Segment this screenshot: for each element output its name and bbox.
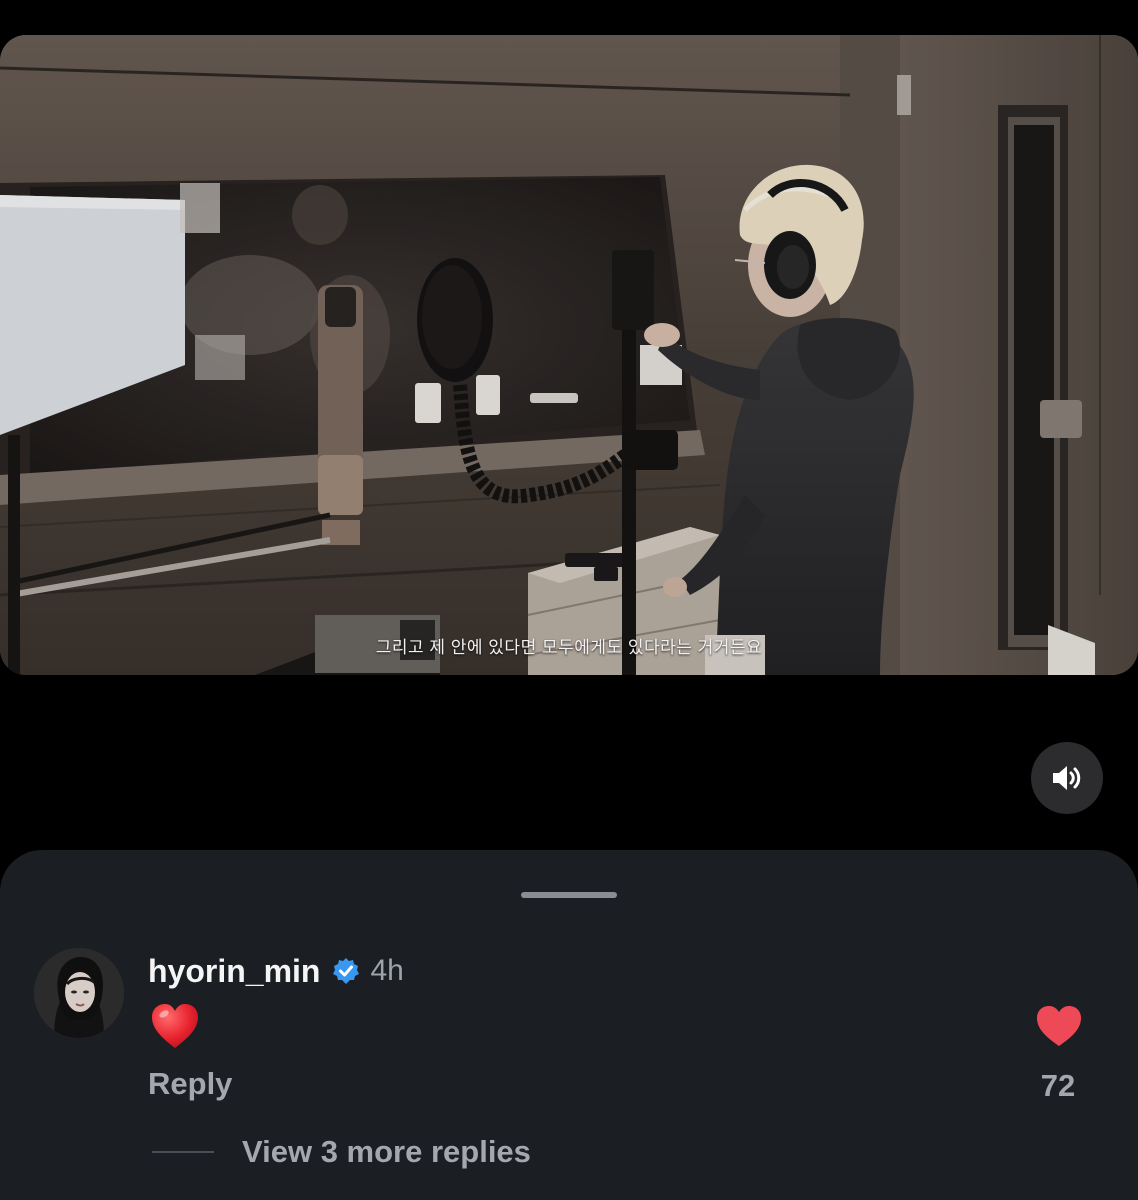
red-heart-emoji (152, 1004, 198, 1048)
replies-divider (152, 1151, 214, 1153)
video-subtitle: 그리고 제 안에 있다면 모두에게도 있다라는 거거든요 (375, 638, 763, 657)
like-count: 72 (1040, 1068, 1076, 1103)
screen: 그리고 제 안에 있다면 모두에게도 있다라는 거거든요 hyorin_min … (0, 0, 1138, 1200)
mute-toggle-button[interactable] (1031, 742, 1103, 814)
avatar-image (34, 948, 124, 1038)
sheet-grabber-handle[interactable] (521, 892, 617, 898)
comment-timestamp: 4h (370, 954, 404, 987)
avatar[interactable] (34, 948, 124, 1038)
view-more-replies-label: View 3 more replies (242, 1134, 531, 1169)
video-frame-image (0, 35, 1138, 675)
heart-filled-icon[interactable] (1035, 1004, 1083, 1048)
comment-header: hyorin_min 4h (148, 950, 404, 992)
reply-button[interactable]: Reply (148, 1066, 232, 1102)
view-more-replies-button[interactable]: View 3 more replies (152, 1134, 531, 1170)
verified-badge-icon (333, 958, 360, 984)
video-player[interactable]: 그리고 제 안에 있다면 모두에게도 있다라는 거거든요 (0, 35, 1138, 675)
comment-username[interactable]: hyorin_min (148, 953, 320, 990)
speaker-volume-icon (1053, 766, 1081, 790)
comments-sheet[interactable]: hyorin_min 4h Reply 72 View 3 more repli… (0, 850, 1138, 1200)
